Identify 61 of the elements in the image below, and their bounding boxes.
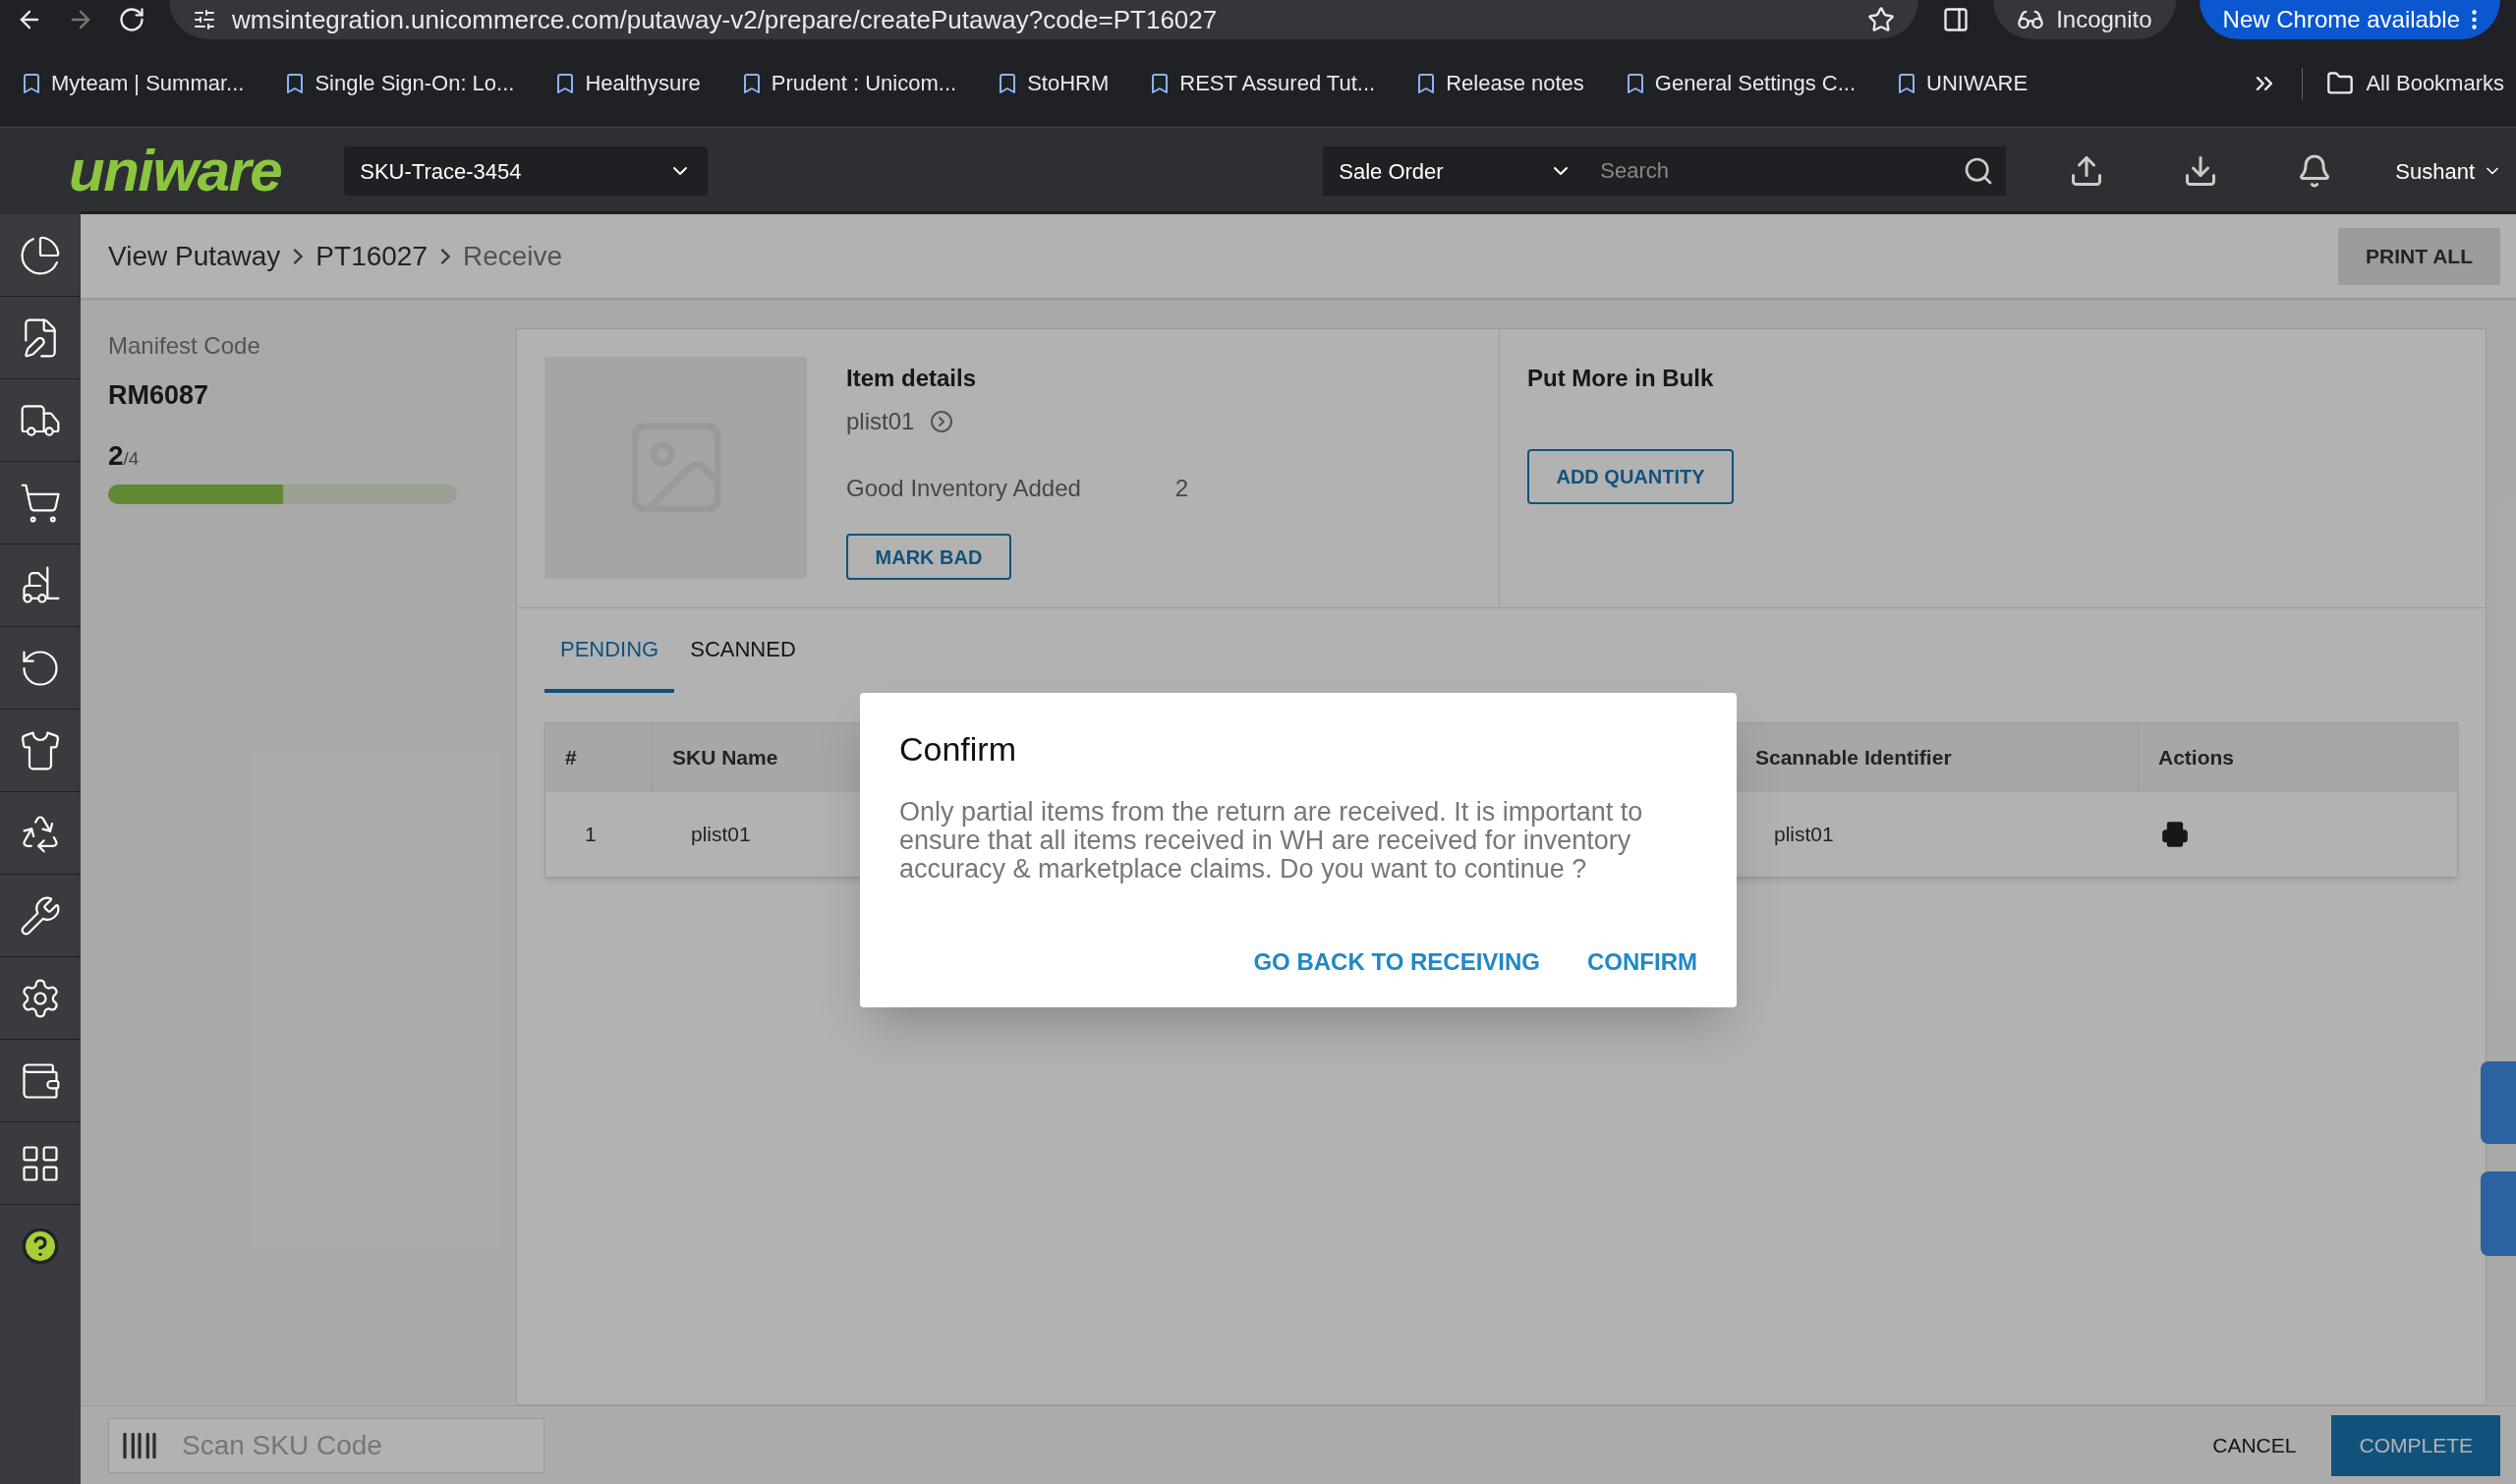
table-cell-text: 1 — [584, 822, 598, 848]
reload-icon[interactable] — [118, 6, 145, 33]
incognito-badge[interactable]: Incognito — [1993, 0, 2176, 39]
column-header: Scannable Identifier — [1755, 745, 1952, 771]
column-header: SKU Name — [672, 745, 778, 771]
bookmark-item[interactable]: Myteam | Summar... — [12, 67, 253, 99]
dialog-button[interactable]: CONFIRM — [1587, 944, 1697, 980]
manifest-code: RM6087 — [108, 379, 210, 412]
bookmark-star-icon[interactable] — [1867, 6, 1896, 33]
item-details-title: Item details — [846, 364, 978, 393]
complete-button[interactable]: COMPLETE — [2331, 1414, 2500, 1476]
cancel-button[interactable]: CANCEL — [2189, 1414, 2320, 1476]
more-icon — [2472, 10, 2477, 29]
column-header: Actions — [2158, 745, 2234, 771]
search-field[interactable]: Search — [1588, 146, 2007, 196]
folder-icon — [2326, 69, 2355, 97]
all-bookmarks-item[interactable]: All Bookmarks — [2326, 67, 2504, 99]
address-bar[interactable]: wmsintegration.unicommerce.com/putaway-v2/prepare/createPutaway?code=PT16027 — [169, 0, 1919, 39]
sku-select[interactable]: SKU-Trace-3454 — [344, 146, 709, 196]
bookmark-item[interactable]: Single Sign-On: Lo... — [275, 67, 523, 99]
bookmark-item[interactable]: General Settings C... — [1615, 67, 1864, 99]
bulk-title: Put More in Bulk — [1527, 364, 1715, 393]
bookmark-item[interactable]: REST Assured Tut... — [1140, 67, 1384, 99]
bookmark-item[interactable]: Prudent : Unicom... — [731, 67, 965, 99]
side-panel-icon[interactable] — [1942, 6, 1971, 33]
user-menu[interactable]: Sushant — [2395, 154, 2502, 188]
logo[interactable]: uniware — [69, 142, 282, 200]
progress-count: 2 — [108, 438, 124, 473]
tab[interactable]: SCANNED — [674, 608, 812, 693]
scan-field[interactable]: Scan SKU Code — [108, 1417, 544, 1473]
help-icon[interactable] — [21, 1227, 60, 1266]
add-quantity-button[interactable]: ADD QUANTITY — [1527, 449, 1734, 504]
table-cell-text: plist01 — [690, 822, 751, 848]
manifest-label: Manifest Code — [108, 331, 261, 361]
chevron-icon — [292, 246, 305, 266]
mark-bad-button[interactable]: MARK BAD — [846, 534, 1011, 580]
update-button[interactable]: New Chrome available — [2199, 0, 2500, 39]
progress-total: /4 — [123, 447, 140, 471]
print-all-button[interactable]: PRINT ALL — [2338, 227, 2500, 285]
dialog-title: Confirm — [899, 729, 1018, 770]
tools-icon[interactable] — [19, 893, 62, 938]
breadcrumb-item: Receive — [463, 239, 563, 273]
bookmark-item[interactable]: Healthysure — [545, 67, 709, 99]
breadcrumb-item[interactable]: PT16027 — [315, 235, 428, 277]
print-icon[interactable] — [2161, 821, 2189, 848]
tab[interactable]: PENDING — [544, 608, 675, 693]
bookmark-item[interactable]: Release notes — [1406, 67, 1592, 99]
good-inventory-label: Good Inventory Added — [846, 474, 1081, 503]
breadcrumb-item[interactable]: View Putaway — [108, 235, 281, 277]
bookmark-item[interactable]: UNIWARE — [1887, 67, 2036, 99]
good-inventory-value: 2 — [1174, 474, 1189, 503]
site-settings-icon[interactable] — [193, 8, 216, 31]
table-cell-text: plist01 — [1773, 822, 1834, 848]
item-sku: plist01 — [846, 407, 915, 436]
dialog-button[interactable]: GO BACK TO RECEIVING — [1253, 944, 1540, 980]
url-text: wmsintegration.unicommerce.com/putaway-v2/prepare/createPutaway?code=PT16027 — [232, 3, 1219, 36]
column-header: # — [565, 745, 577, 771]
type-select[interactable]: Sale Order — [1323, 146, 1589, 196]
chevron-icon — [439, 246, 451, 266]
dialog-message: Only partial items from the return are received. It is important to ensure that all items received in WH are received for inventory accuracy & marketplace claims. Do you want to continue ? — [899, 798, 1644, 884]
bookmark-item[interactable]: StoHRM — [988, 67, 1117, 99]
